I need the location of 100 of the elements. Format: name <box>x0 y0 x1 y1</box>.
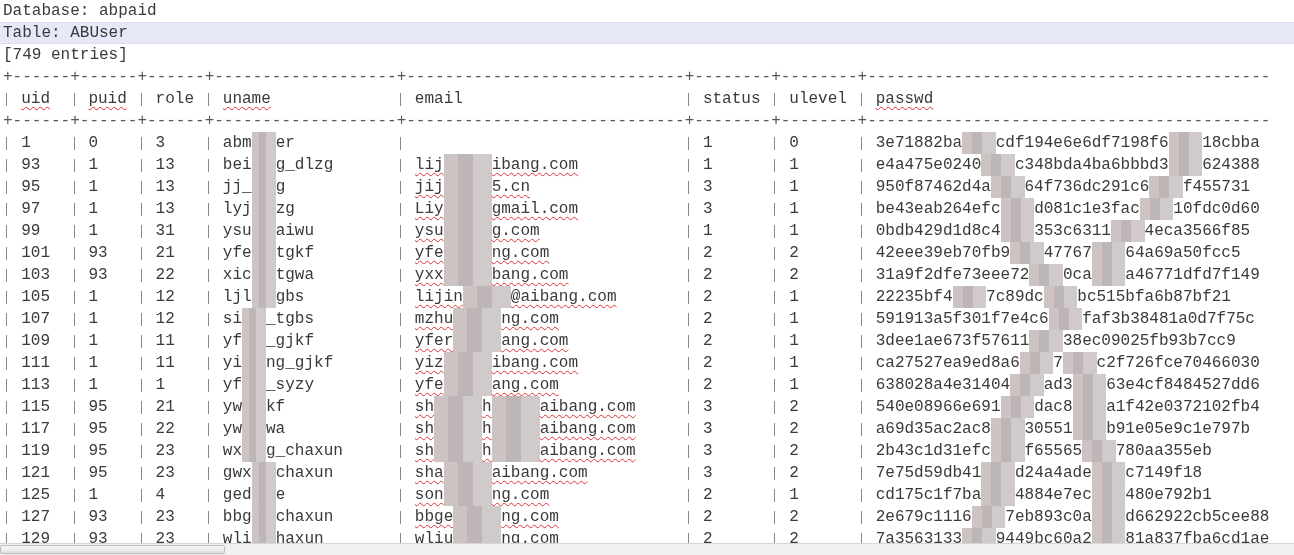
table-cell-text: 2 <box>702 507 713 528</box>
table-cell-text: ibang.com <box>491 155 579 176</box>
table-cell-text: gbs <box>275 287 305 308</box>
table-cell-text: e <box>275 485 286 506</box>
table-cell-text: f65565 <box>1024 441 1083 462</box>
table-cell-text: 64a69a50fcc5 <box>1125 243 1241 264</box>
table-cell-text: chaxun <box>275 507 334 528</box>
table-cell-text: kf <box>266 397 286 418</box>
horizontal-scrollbar[interactable] <box>0 543 1294 555</box>
table-cell-text: ysu <box>222 221 252 242</box>
table-cell-text: jij <box>414 177 444 198</box>
table-cell-text: 0 <box>88 133 98 154</box>
table-cell-text: h <box>482 441 492 462</box>
table-cell-text: 125 <box>21 485 50 506</box>
table-cell-text: h <box>482 397 492 418</box>
table-cell-text: ang.com <box>491 375 559 396</box>
table-cell-text: 93 <box>88 507 108 528</box>
table-cell-text: sh <box>414 419 435 440</box>
table-cell-text: wliu <box>414 529 454 550</box>
table-cell-text: 23 <box>155 529 175 550</box>
table-cell-text: 99 <box>21 221 41 242</box>
redaction-mosaic <box>981 154 1015 176</box>
table-cell-text: mzhu <box>414 309 454 330</box>
redaction-mosaic <box>453 506 502 528</box>
redaction-mosaic <box>1043 286 1078 308</box>
table-cell-text: 97 <box>21 199 41 220</box>
table-cell-text: 81a837fba6cd1ae <box>1125 529 1270 550</box>
table-cell-text: _gjkf <box>266 331 315 352</box>
table-cell-text: 115 <box>21 397 50 418</box>
table-cell-text: yfe <box>414 243 444 264</box>
table-cell-text: bang.com <box>491 265 569 286</box>
table-cell-text: 2 <box>702 331 713 352</box>
table-cell-text: 3 <box>702 419 713 440</box>
table-cell-text: 3 <box>702 441 713 462</box>
table-cell-text: 3 <box>155 133 166 154</box>
redaction-mosaic <box>491 396 540 418</box>
table-cell-text: 2 <box>789 441 799 462</box>
table-cell-text: cd175c1f7ba <box>875 485 982 506</box>
table-cell-text: 1 <box>155 375 166 396</box>
text-line: Database: abpaid <box>2 1 158 22</box>
table-cell-text: 780aa355eb <box>1115 441 1212 462</box>
table-cell-text: 4eca3566f85 <box>1144 221 1251 242</box>
table-cell-text: Liy <box>414 199 444 220</box>
table-cell-text: 121 <box>21 463 50 484</box>
redaction-mosaic <box>1168 154 1203 176</box>
table-cell-text: lij <box>414 155 444 176</box>
table-cell-text: ng.com <box>491 485 550 506</box>
redaction-mosaic <box>990 176 1025 198</box>
column-header: passwd <box>875 89 934 110</box>
table-cell-text: 107 <box>21 309 50 330</box>
redaction-mosaic <box>981 462 1015 484</box>
table-cell-text: 119 <box>21 441 50 462</box>
table-cell-text: 101 <box>21 243 50 264</box>
redaction-mosaic <box>1029 330 1063 352</box>
table-cell-text: wa <box>266 419 286 440</box>
table-cell-text: yf <box>222 331 242 352</box>
table-cell-text: 95 <box>88 441 108 462</box>
table-cell-text: cdf194e6e6df7198f6 <box>995 133 1169 154</box>
table-cell-text: 42eee39eb70fb9 <box>875 243 1011 264</box>
table-cell-text: si <box>222 309 242 330</box>
table-cell-text: 1 <box>789 309 799 330</box>
table-cell-text: dac8 <box>1034 397 1073 418</box>
table-cell-text: d081c1e3fac <box>1034 199 1140 220</box>
table-cell-text: @aibang.com <box>510 287 617 308</box>
table-cell-text: 2b43c1d31efc <box>875 441 991 462</box>
table-cell-text: zg <box>275 199 295 220</box>
table-cell-text: sh <box>414 397 435 418</box>
table-cell-text: gwx <box>222 463 252 484</box>
table-cell-text: 1 <box>88 309 98 330</box>
column-header: ulevel <box>789 89 847 110</box>
table-cell-text: 638028a4e31404 <box>875 375 1011 396</box>
redaction-mosaic <box>434 396 483 418</box>
redaction-mosaic <box>1082 440 1116 462</box>
table-cell-text: 0bdb429d1d8c4 <box>875 221 1001 242</box>
table-cell-text: er <box>275 133 295 154</box>
column-header: email <box>414 89 463 110</box>
table-cell-text: ljl <box>222 287 252 308</box>
table-cell-text: 7a3563133 <box>875 529 963 550</box>
table-cell-text: 2 <box>702 529 713 550</box>
redaction-mosaic <box>990 418 1025 440</box>
scrollbar-thumb[interactable] <box>0 545 225 554</box>
table-cell-text: 95 <box>88 397 108 418</box>
table-cell-text: 1 <box>789 331 799 352</box>
table-cell-text: aibang.com <box>491 463 588 484</box>
table-cell-text: 93 <box>88 265 108 286</box>
table-cell-text: tgkf <box>275 243 315 264</box>
table-cell-text: 1 <box>88 287 98 308</box>
table-cell-text: 7eb893c0a <box>1005 507 1092 528</box>
table-cell-text: ang.com <box>501 331 569 352</box>
table-cell-text: 2 <box>702 287 713 308</box>
table-cell-text: 63e4cf8484527dd6 <box>1106 375 1260 396</box>
text-line: [749 entries] <box>2 45 129 66</box>
table-cell-text: 1 <box>702 155 713 176</box>
table-cell-text: ysu <box>414 221 444 242</box>
table-border-line: +------+------+------+-------------------+-----------------------------+--------+--------+------------------------------------------ <box>2 111 1272 132</box>
table-cell-text: tgwa <box>275 265 315 286</box>
table-cell-text: 2 <box>702 353 713 374</box>
table-cell-text: ibang.com <box>491 353 579 374</box>
table-cell-text: ca27527ea9ed8a6 <box>875 353 1020 374</box>
table-cell-text: 31a9f2dfe73eee72 <box>875 265 1030 286</box>
